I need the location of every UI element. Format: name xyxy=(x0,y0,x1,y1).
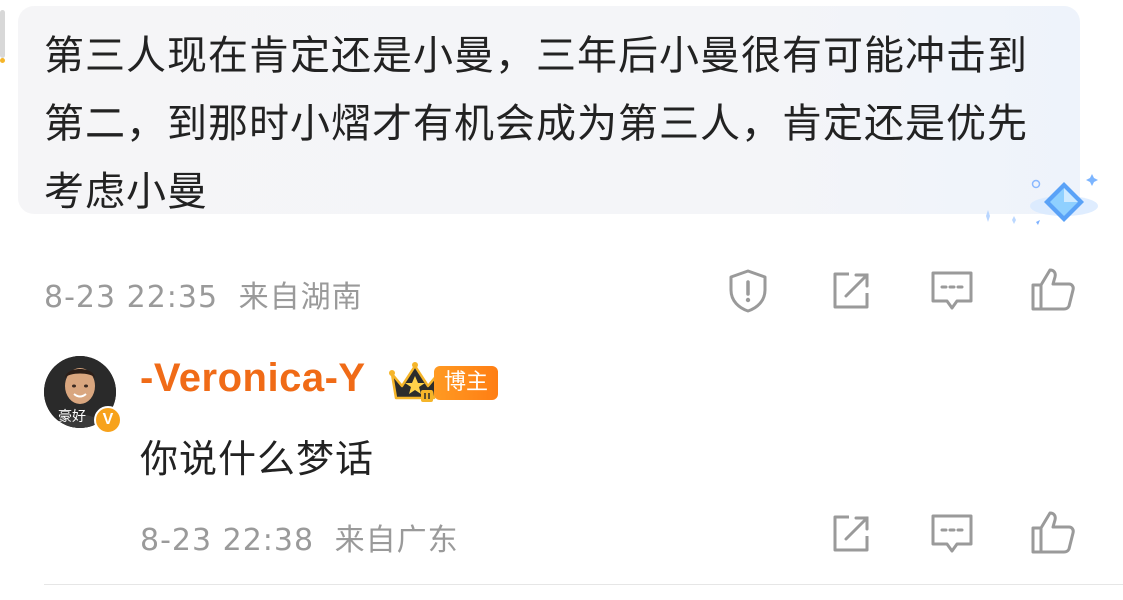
reply-time: 8-23 22:38 xyxy=(140,523,315,558)
reply-username[interactable]: -Veronica-Y xyxy=(140,356,366,401)
reply-icon xyxy=(931,271,973,310)
reply-reply-button[interactable] xyxy=(926,508,978,560)
left-edge-marker xyxy=(0,10,5,58)
reply-button[interactable] xyxy=(926,265,978,317)
comment-bubble[interactable]: 第三人现在肯定还是小曼，三年后小曼很有可能冲击到第二，到那时小熠才有机会成为第三… xyxy=(18,6,1080,215)
avatar-overlay-text: 豪好 xyxy=(58,409,86,425)
diamond-sticker-icon xyxy=(986,174,1098,225)
comment-text: 第三人现在肯定还是小曼，三年后小曼很有可能冲击到第二，到那时小熠才有机会成为第三… xyxy=(44,33,1028,215)
comment-thread: 第三人现在肯定还是小曼，三年后小曼很有可能冲击到第二，到那时小熠才有机会成为第三… xyxy=(0,0,1123,600)
reply-icon xyxy=(931,514,973,553)
left-edge-dot xyxy=(0,58,5,63)
blogger-badge: 博主 xyxy=(434,366,499,400)
share-icon xyxy=(833,272,869,309)
reply-like-button[interactable] xyxy=(1027,506,1079,558)
reply-share-button[interactable] xyxy=(825,508,877,560)
comment-location: 来自湖南 xyxy=(238,280,363,315)
report-button[interactable] xyxy=(722,265,774,317)
comment-meta: 8-23 22:35 来自湖南 xyxy=(44,272,363,316)
verified-badge-icon: V xyxy=(94,406,122,434)
like-icon xyxy=(1031,268,1075,311)
comment-time: 8-23 22:35 xyxy=(44,280,219,315)
reply-location: 来自广东 xyxy=(334,523,459,558)
divider xyxy=(44,584,1123,585)
like-button[interactable] xyxy=(1027,263,1079,315)
share-button[interactable] xyxy=(825,265,877,317)
reply-text[interactable]: 你说什么梦话 xyxy=(140,428,374,483)
reply-meta: 8-23 22:38 来自广东 xyxy=(140,515,459,559)
share-icon xyxy=(833,515,869,552)
report-icon xyxy=(729,269,767,313)
like-icon xyxy=(1031,511,1075,554)
